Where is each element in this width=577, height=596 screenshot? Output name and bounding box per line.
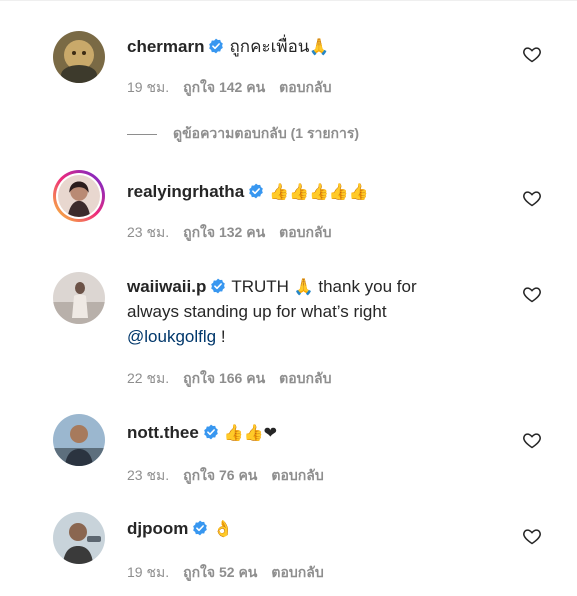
avatar[interactable] xyxy=(53,31,105,83)
comment-username[interactable]: chermarn xyxy=(127,37,204,56)
comment-text: djpoom 👌 xyxy=(127,516,487,541)
comment-meta: 19 ชม. ถูกใจ 142 คน ตอบกลับ xyxy=(127,77,346,99)
comment-body: TRUTH xyxy=(231,277,289,296)
comment-emoji: 👍👍👍👍👍 xyxy=(269,182,369,201)
avatar[interactable] xyxy=(53,414,105,466)
reply-button[interactable]: ตอบกลับ xyxy=(279,368,331,390)
verified-badge-icon xyxy=(192,520,208,536)
comment-meta: 19 ชม. ถูกใจ 52 คน ตอบกลับ xyxy=(127,562,338,584)
comment-likes[interactable]: ถูกใจ 166 คน xyxy=(183,368,265,390)
heart-outline-icon[interactable] xyxy=(522,188,542,208)
comment-meta: 23 ชม. ถูกใจ 132 คน ตอบกลับ xyxy=(127,222,346,244)
comment-body: ! xyxy=(216,327,226,346)
comment-text: realyingrhatha 👍👍👍👍👍 xyxy=(127,179,487,204)
comment-item: djpoom 👌 19 ชม. ถูกใจ 52 คน ตอบกลับ xyxy=(0,502,577,596)
comment-likes[interactable]: ถูกใจ 132 คน xyxy=(183,222,265,244)
comment-emoji: 👍👍❤ xyxy=(223,423,278,442)
comment-emoji: 👌 xyxy=(213,519,234,538)
view-replies-button[interactable]: ดูข้อความตอบกลับ (1 รายการ) xyxy=(127,124,359,144)
comment-mention-link[interactable]: @loukgolflg xyxy=(127,327,216,346)
comment-likes[interactable]: ถูกใจ 76 คน xyxy=(183,465,257,487)
verified-badge-icon xyxy=(208,38,224,54)
comment-item: nott.thee 👍👍❤ 23 ชม. ถูกใจ 76 คน ตอบกลับ xyxy=(0,405,577,495)
avatar[interactable] xyxy=(53,272,105,324)
comment-emoji: 🙏 xyxy=(309,37,330,56)
comment-body: ถูกคะเพื่อน xyxy=(229,37,310,56)
comment-text: waiiwaii.p TRUTH 🙏 thank you for always s… xyxy=(127,274,467,349)
reply-button[interactable]: ตอบกลับ xyxy=(271,562,323,584)
comment-username[interactable]: nott.thee xyxy=(127,423,199,442)
comment-likes[interactable]: ถูกใจ 142 คน xyxy=(183,77,265,99)
comment-item: realyingrhatha 👍👍👍👍👍 23 ชม. ถูกใจ 132 คน ตอ… xyxy=(0,150,577,250)
comment-emoji: 🙏 xyxy=(293,277,314,296)
heart-outline-icon[interactable] xyxy=(522,44,542,64)
verified-badge-icon xyxy=(203,424,219,440)
comment-time[interactable]: 19 ชม. xyxy=(127,562,169,584)
heart-outline-icon[interactable] xyxy=(522,430,542,450)
comment-meta: 22 ชม. ถูกใจ 166 คน ตอบกลับ xyxy=(127,368,346,390)
comment-time[interactable]: 22 ชม. xyxy=(127,368,169,390)
verified-badge-icon xyxy=(248,183,264,199)
heart-outline-icon[interactable] xyxy=(522,284,542,304)
heart-outline-icon[interactable] xyxy=(522,526,542,546)
comment-meta: 23 ชม. ถูกใจ 76 คน ตอบกลับ xyxy=(127,465,338,487)
avatar[interactable] xyxy=(53,170,105,222)
comment-username[interactable]: realyingrhatha xyxy=(127,182,244,201)
reply-button[interactable]: ตอบกลับ xyxy=(279,77,331,99)
comment-time[interactable]: 19 ชม. xyxy=(127,77,169,99)
reply-button[interactable]: ตอบกลับ xyxy=(279,222,331,244)
comment-time[interactable]: 23 ชม. xyxy=(127,222,169,244)
comment-username[interactable]: waiiwaii.p xyxy=(127,277,206,296)
reply-button[interactable]: ตอบกลับ xyxy=(271,465,323,487)
comment-username[interactable]: djpoom xyxy=(127,519,188,538)
comment-likes[interactable]: ถูกใจ 52 คน xyxy=(183,562,257,584)
comment-item: waiiwaii.p TRUTH 🙏 thank you for always s… xyxy=(0,262,577,392)
view-replies-label: ดูข้อความตอบกลับ (1 รายการ) xyxy=(173,125,360,141)
comment-text: chermarn ถูกคะเพื่อน🙏 xyxy=(127,34,487,59)
comment-text: nott.thee 👍👍❤ xyxy=(127,420,487,445)
comment-item: chermarn ถูกคะเพื่อน🙏 19 ชม. ถูกใจ 142 คน ต… xyxy=(0,0,577,110)
avatar[interactable] xyxy=(53,512,105,564)
comment-time[interactable]: 23 ชม. xyxy=(127,465,169,487)
verified-badge-icon xyxy=(210,278,226,294)
view-replies-divider xyxy=(127,133,157,135)
